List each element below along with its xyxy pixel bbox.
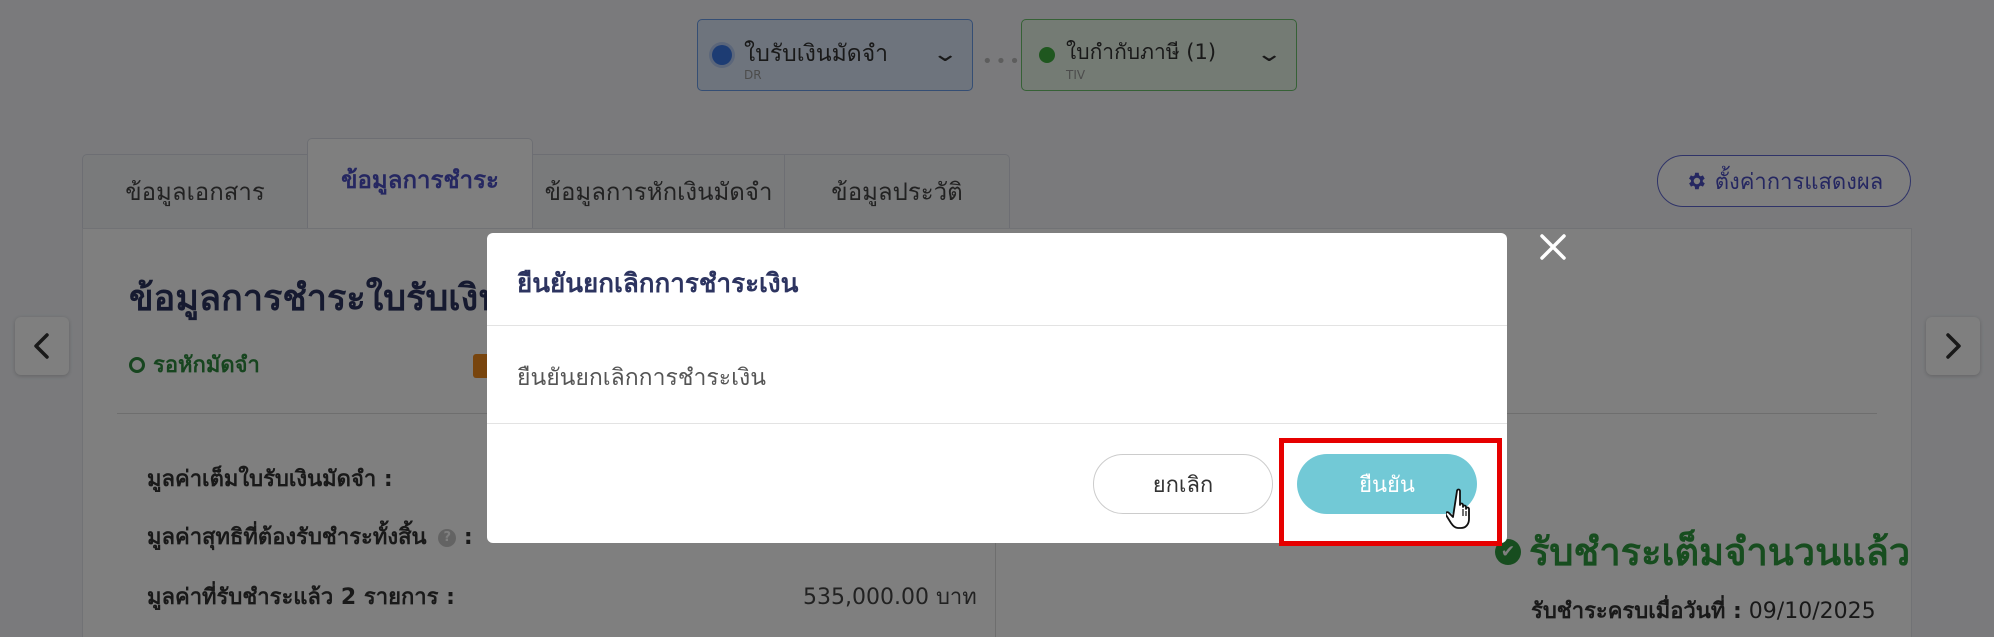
close-icon[interactable] bbox=[1538, 232, 1568, 262]
cancel-button[interactable]: ยกเลิก bbox=[1093, 454, 1273, 514]
hand-pointer-icon bbox=[1446, 488, 1470, 529]
dialog-title: ยืนยันยกเลิกการชำระเงิน bbox=[487, 233, 1507, 326]
dialog-body: ยืนยันยกเลิกการชำระเงิน bbox=[487, 326, 1507, 424]
